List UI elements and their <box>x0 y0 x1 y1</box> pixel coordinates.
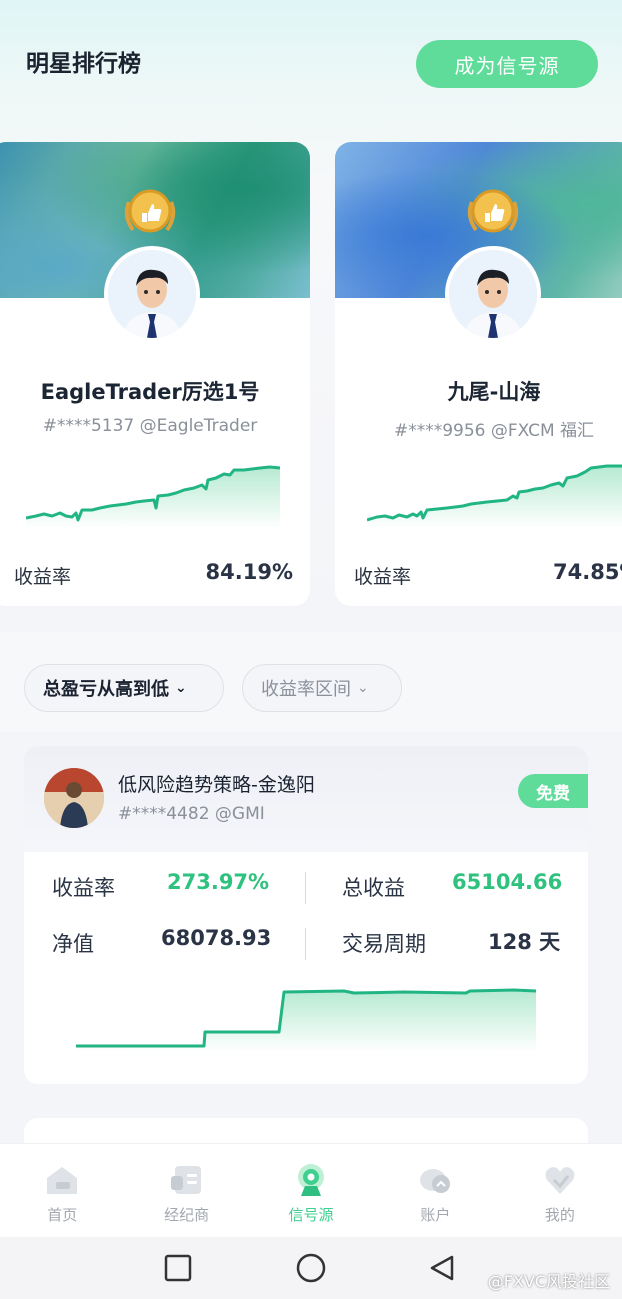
gold-medal-icon <box>124 189 176 233</box>
tab-label: 首页 <box>47 1206 78 1224</box>
tab-signal[interactable]: 信号源 <box>249 1144 373 1237</box>
rate-value: 84.19% <box>205 560 293 584</box>
avatar <box>445 246 541 342</box>
nav-value: 68078.93 <box>161 926 272 950</box>
bottom-tab-bar: 首页 经纪商 信号源 账户 我的 <box>0 1143 622 1237</box>
free-badge: 免费 <box>518 774 588 808</box>
rate-label: 收益率 <box>354 566 412 588</box>
back-icon[interactable] <box>428 1254 456 1282</box>
rate-range-dropdown[interactable]: 收益率区间 ⌄ <box>242 664 402 712</box>
tab-home[interactable]: 首页 <box>0 1144 124 1237</box>
account-icon <box>420 1169 451 1193</box>
tab-broker[interactable]: 经纪商 <box>124 1144 248 1237</box>
chevron-down-icon: ⌄ <box>175 680 187 696</box>
tab-label: 账户 <box>420 1206 451 1224</box>
header: 明星排行榜 成为信号源 <box>0 0 622 130</box>
equity-chart <box>76 988 537 1052</box>
divider <box>305 872 306 904</box>
period-value: 128 天 <box>488 930 561 954</box>
tab-label: 经纪商 <box>164 1206 210 1224</box>
home-icon <box>47 1167 78 1194</box>
sort-label: 总盈亏从高到低 <box>43 679 169 700</box>
rate-value: 74.85% <box>553 560 622 584</box>
tab-account[interactable]: 账户 <box>373 1144 497 1237</box>
nav-label: 净值 <box>52 932 94 956</box>
trader-name: 九尾-山海 <box>447 380 541 404</box>
profit-value: 65104.66 <box>452 870 563 894</box>
signal-card[interactable]: 低风险趋势策略-金逸阳 #****4482 @GMI 免费 收益率 273.97… <box>24 746 588 1084</box>
signal-icon <box>298 1164 325 1196</box>
signal-name: 低风险趋势策略-金逸阳 <box>118 774 315 796</box>
chevron-down-icon: ⌄ <box>357 680 369 696</box>
gold-medal-icon <box>467 189 519 233</box>
divider <box>305 928 306 960</box>
home-button-icon[interactable] <box>296 1253 326 1283</box>
tab-label: 我的 <box>544 1206 575 1224</box>
watermark: @FXVC风投社区 <box>487 1272 610 1291</box>
avatar <box>104 246 200 342</box>
signal-account-id: #****4482 @GMI <box>118 804 265 824</box>
profile-icon <box>545 1167 575 1194</box>
rate-value: 273.97% <box>167 870 270 894</box>
rate-label: 收益率 <box>52 876 115 900</box>
tab-profile[interactable]: 我的 <box>498 1144 622 1237</box>
star-card[interactable]: EagleTrader厉选1号 #****5137 @EagleTrader 收… <box>0 142 310 606</box>
signal-card-header <box>24 746 588 852</box>
period-label: 交易周期 <box>342 932 426 956</box>
broker-icon <box>170 1166 201 1194</box>
rate-range-label: 收益率区间 <box>261 679 351 700</box>
signal-avatar <box>44 768 104 828</box>
rate-label: 收益率 <box>14 566 72 588</box>
page-title: 明星排行榜 <box>26 51 141 77</box>
profit-label: 总收益 <box>342 876 405 900</box>
trader-account-id: #****9956 @FXCM 福汇 <box>393 421 595 441</box>
tab-label: 信号源 <box>288 1206 334 1224</box>
star-card[interactable]: 九尾-山海 #****9956 @FXCM 福汇 收益率 74.85% <box>335 142 622 606</box>
sort-dropdown[interactable]: 总盈亏从高到低 ⌄ <box>24 664 224 712</box>
trader-name: EagleTrader厉选1号 <box>40 380 260 404</box>
equity-sparkline <box>26 465 281 528</box>
trader-account-id: #****5137 @EagleTrader <box>42 416 258 436</box>
recent-apps-icon[interactable] <box>164 1254 192 1282</box>
become-signal-button[interactable]: 成为信号源 <box>416 40 598 88</box>
equity-sparkline <box>367 464 622 528</box>
